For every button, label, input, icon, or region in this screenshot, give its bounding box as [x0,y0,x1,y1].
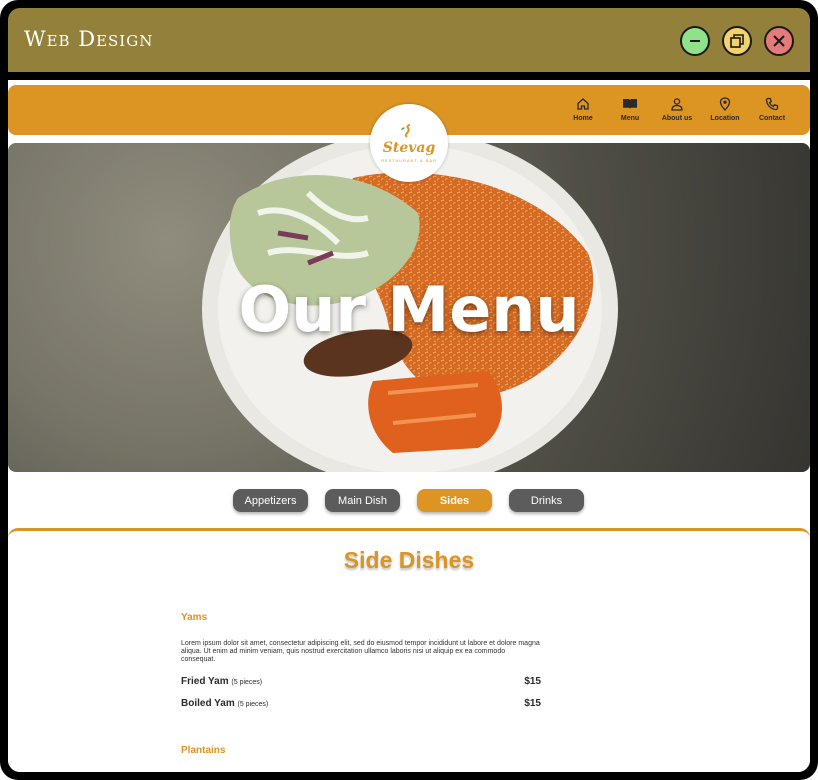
nav-item-label: About us [661,115,693,122]
steam-icon [401,123,411,138]
restaurant-logo[interactable]: Stevag RESTAURANT & BAR [370,104,448,182]
tab-sides[interactable]: Sides [417,489,492,512]
logo-wordmark: Stevag [382,139,436,156]
nav-item-label: Location [710,115,740,122]
nav-item-contact[interactable]: Contact [747,97,797,122]
location-pin-icon [719,97,731,111]
menu-group-description: Lorem ipsum dolor sit amet, consectetur … [181,640,540,663]
menu-item-name: Boiled Yam (5 pieces) [181,698,268,709]
menu-item-price: $15 [524,698,541,709]
menu-item-note: (5 pieces) [237,701,269,708]
close-button[interactable] [764,26,794,56]
maximize-button[interactable] [722,26,752,56]
nav-item-menu[interactable]: Menu [605,97,655,122]
menu-item-name: Fried Yam (5 pieces) [181,676,262,687]
nav-item-label: Contact [758,115,786,122]
nav-item-location[interactable]: Location [700,97,750,122]
hero-banner: Our Menu [8,143,810,472]
menu-item-name-text: Boiled Yam [181,698,235,709]
hero-title: Our Menu [238,273,580,346]
page-viewport: Home Menu About us Location Contact Stev… [8,80,810,772]
minimize-button[interactable] [680,26,710,56]
person-icon [671,98,683,111]
menu-item[interactable]: Boiled Yam (5 pieces) $15 [181,698,541,712]
minimize-icon [690,40,700,42]
book-icon [623,99,637,109]
menu-group-title: Yams [181,612,208,623]
menu-group-title: Plantains [181,745,226,756]
nav-item-label: Menu [620,115,640,122]
menu-content-card: Side Dishes Yams Lorem ipsum dolor sit a… [8,528,810,772]
logo-subtitle: RESTAURANT & BAR [381,157,437,163]
window-title: Web Design [24,27,154,51]
section-title: Side Dishes [343,547,475,573]
menu-item[interactable]: Fried Yam (5 pieces) $15 [181,676,541,690]
menu-item-note: (5 pieces) [231,679,263,686]
home-icon [577,98,589,110]
nav-item-label: Home [573,115,593,122]
tab-main-dish[interactable]: Main Dish [325,489,400,512]
menu-item-name-text: Fried Yam [181,676,229,687]
nav-item-about[interactable]: About us [652,97,702,122]
restore-icon [730,34,744,48]
close-icon [773,35,785,47]
tab-drinks[interactable]: Drinks [509,489,584,512]
app-window: Web Design Home Menu About us Location C… [0,0,818,780]
nav-item-home[interactable]: Home [558,97,608,122]
tab-appetizers[interactable]: Appetizers [233,489,308,512]
title-bar: Web Design [8,8,810,72]
menu-item-price: $15 [524,676,541,687]
phone-icon [765,97,779,111]
